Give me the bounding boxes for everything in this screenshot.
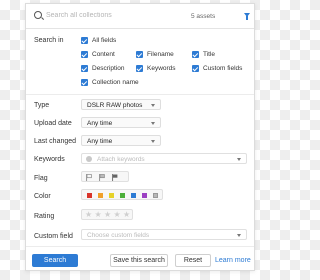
- checkbox-label: Content: [92, 51, 115, 58]
- custom-field-placeholder: Choose custom fields: [87, 231, 150, 239]
- color-swatch-red[interactable]: [87, 192, 92, 198]
- star-icon[interactable]: ★: [123, 211, 130, 219]
- advanced-search-panel: 5 assets Search in All fields Content Fi…: [25, 3, 255, 271]
- filter-icon[interactable]: [244, 13, 250, 20]
- save-search-button[interactable]: Save this search: [110, 254, 168, 267]
- color-swatch-none[interactable]: [153, 192, 158, 198]
- divider: [26, 246, 254, 247]
- checkbox-label: Title: [203, 51, 216, 58]
- search-icon: [34, 11, 42, 19]
- search-input[interactable]: [46, 9, 186, 22]
- color-selector: [81, 189, 163, 200]
- checkbox-description[interactable]: [81, 65, 88, 72]
- last-changed-value: Any time: [87, 137, 113, 145]
- reset-button[interactable]: Reset: [175, 254, 211, 267]
- search-in-label: Search in: [34, 37, 64, 44]
- flag-selector: [81, 171, 129, 182]
- star-icon[interactable]: ★: [85, 211, 92, 219]
- upload-date-value: Any time: [87, 119, 113, 127]
- type-value: DSLR RAW photos: [87, 101, 143, 109]
- asset-count: 5 assets: [191, 13, 216, 20]
- type-label: Type: [34, 102, 50, 109]
- color-swatch-yellow[interactable]: [109, 192, 114, 198]
- search-button[interactable]: Search: [32, 254, 78, 267]
- checkbox-title[interactable]: [192, 51, 199, 58]
- star-icon[interactable]: ★: [104, 211, 111, 219]
- custom-field-dropdown[interactable]: Choose custom fields: [81, 229, 247, 240]
- upload-date-label: Upload date: [34, 120, 72, 127]
- keyword-tag-icon: [86, 156, 92, 162]
- upload-date-dropdown[interactable]: Any time: [81, 117, 161, 128]
- chevron-down-icon: [151, 140, 155, 143]
- search-bar: 5 assets: [26, 4, 254, 29]
- keywords-input[interactable]: Attach keywords: [81, 153, 247, 164]
- color-swatch-blue[interactable]: [131, 192, 136, 198]
- checkbox-label: Keywords: [147, 65, 176, 72]
- color-label: Color: [34, 193, 51, 200]
- checkbox-label: Collection name: [92, 79, 139, 86]
- keywords-label: Keywords: [34, 156, 65, 163]
- color-swatch-green[interactable]: [120, 192, 125, 198]
- checkbox-filename[interactable]: [136, 51, 143, 58]
- checkbox-all-fields[interactable]: [81, 37, 88, 44]
- chevron-down-icon: [151, 122, 155, 125]
- rating-selector: ★ ★ ★ ★ ★: [81, 209, 133, 220]
- flag-label: Flag: [34, 175, 48, 182]
- type-dropdown[interactable]: DSLR RAW photos: [81, 99, 161, 110]
- chevron-down-icon: [237, 234, 241, 237]
- checkbox-collection-name[interactable]: [81, 79, 88, 86]
- checkbox-label: Custom fields: [203, 65, 243, 72]
- checkbox-label: Filename: [147, 51, 174, 58]
- rating-label: Rating: [34, 213, 55, 220]
- checkbox-label: Description: [92, 65, 125, 72]
- last-changed-label: Last changed: [34, 138, 77, 145]
- checkbox-label: All fields: [92, 37, 117, 44]
- keywords-placeholder: Attach keywords: [97, 155, 145, 163]
- checkbox-custom-fields[interactable]: [192, 65, 199, 72]
- checkbox-content[interactable]: [81, 51, 88, 58]
- last-changed-dropdown[interactable]: Any time: [81, 135, 161, 146]
- chevron-down-icon: [151, 104, 155, 107]
- learn-more-link[interactable]: Learn more: [215, 257, 251, 264]
- flag-outline-icon[interactable]: [86, 173, 92, 181]
- flag-striped-icon[interactable]: [99, 173, 105, 181]
- star-icon[interactable]: ★: [95, 211, 102, 219]
- checkbox-keywords[interactable]: [136, 65, 143, 72]
- divider: [26, 94, 254, 95]
- color-swatch-purple[interactable]: [142, 192, 147, 198]
- custom-field-label: Custom field: [34, 233, 73, 240]
- color-swatch-orange[interactable]: [98, 192, 103, 198]
- chevron-down-icon: [237, 158, 241, 161]
- flag-filled-icon[interactable]: [112, 173, 118, 181]
- star-icon[interactable]: ★: [114, 211, 121, 219]
